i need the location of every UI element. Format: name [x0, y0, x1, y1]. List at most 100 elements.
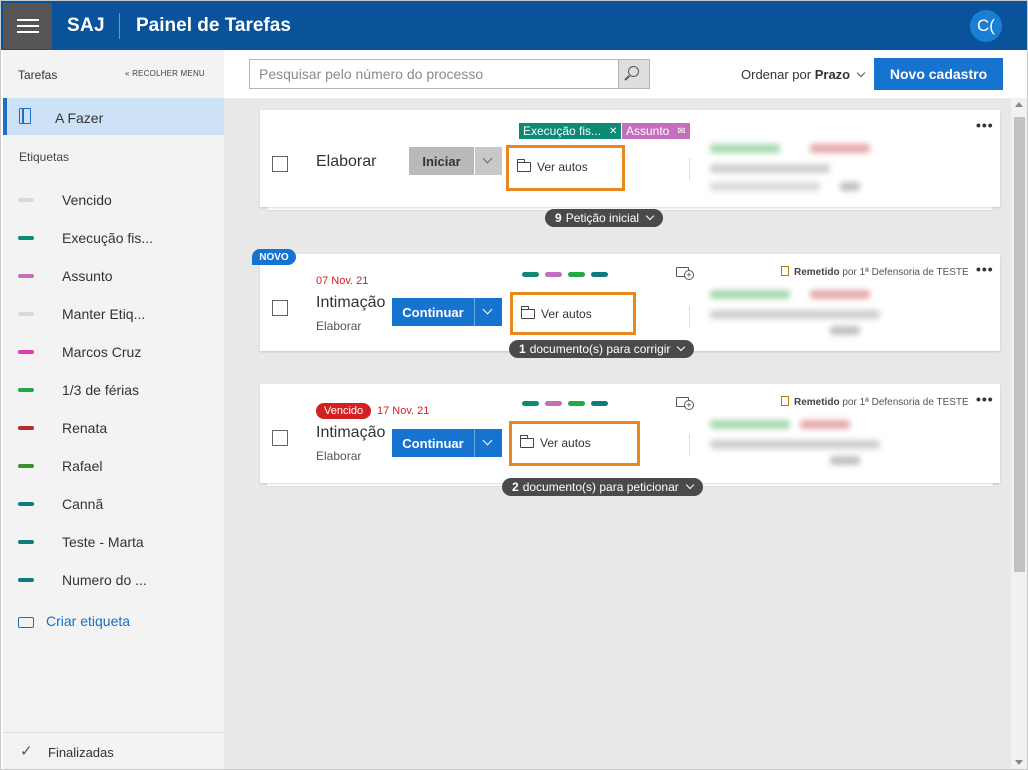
- sort-dropdown[interactable]: Ordenar por Prazo: [741, 67, 865, 82]
- task-date: 07 Nov. 21: [316, 275, 369, 287]
- documents-toggle[interactable]: 1 documento(s) para corrigir: [509, 340, 695, 358]
- divider: [689, 434, 690, 456]
- sent-label: Remetido: [794, 267, 840, 278]
- document-icon: [781, 266, 789, 276]
- continue-menu-button[interactable]: [474, 429, 502, 457]
- app-window: SAJ Painel de Tarefas C( Tarefas « RECOL…: [0, 0, 1028, 770]
- tag-color-bar: [18, 540, 34, 544]
- menu-icon[interactable]: [3, 3, 52, 49]
- add-tag-icon[interactable]: [676, 397, 694, 410]
- documents-toggle[interactable]: 9 Petição inicial: [545, 209, 664, 227]
- sent-status: Remetido por 1ª Defensoria de TESTE: [781, 396, 969, 408]
- sidebar-tag-numero[interactable]: Numero do ...: [18, 570, 218, 590]
- new-record-button[interactable]: Novo cadastro: [874, 58, 1003, 90]
- tag-color-bar: [18, 236, 34, 240]
- documents-toggle[interactable]: 2 documento(s) para peticionar: [502, 478, 703, 496]
- sidebar-tag-teste-marta[interactable]: Teste - Marta: [18, 532, 218, 552]
- task-checkbox[interactable]: [272, 300, 288, 316]
- scroll-down-icon[interactable]: [1015, 760, 1023, 765]
- more-options-icon[interactable]: •••: [976, 391, 994, 407]
- tag-color-bar: [18, 350, 34, 354]
- continue-button[interactable]: Continuar: [392, 429, 474, 457]
- tag-edit-icon[interactable]: ✉: [677, 126, 685, 137]
- continue-menu-button[interactable]: [474, 298, 502, 326]
- toolbar: Ordenar por Prazo Novo cadastro: [224, 50, 1027, 98]
- main-content: Ordenar por Prazo Novo cadastro Elaborar…: [224, 50, 1027, 769]
- start-menu-button[interactable]: [474, 147, 502, 175]
- bookmark-icon: [19, 107, 31, 124]
- create-tag-link[interactable]: Criar etiqueta: [18, 613, 130, 629]
- task-title: Intimação: [316, 294, 386, 311]
- divider: [689, 306, 690, 328]
- top-bar: SAJ Painel de Tarefas C(: [1, 1, 1027, 50]
- more-options-icon[interactable]: •••: [976, 261, 994, 277]
- checkmark-icon: ✓: [20, 743, 33, 760]
- search-input[interactable]: [250, 60, 618, 88]
- search-button[interactable]: [619, 59, 650, 89]
- collapse-menu-button[interactable]: « RECOLHER MENU: [125, 69, 205, 78]
- close-icon[interactable]: ✕: [609, 126, 617, 137]
- task-tag-colors: [522, 272, 612, 277]
- sidebar-item-a-fazer[interactable]: A Fazer: [3, 98, 224, 135]
- vertical-scrollbar[interactable]: [1011, 98, 1027, 769]
- folder-icon: [519, 435, 534, 448]
- tag-color-bar: [18, 464, 34, 468]
- brand-logo: SAJ: [67, 15, 105, 36]
- tag-color-bar: [18, 388, 34, 392]
- start-button[interactable]: Iniciar: [409, 147, 474, 175]
- view-autos-label: Ver autos: [537, 160, 588, 174]
- sidebar-heading: Tarefas: [18, 68, 58, 82]
- view-autos-label: Ver autos: [540, 436, 591, 450]
- sidebar-tag-renata[interactable]: Renata: [18, 418, 218, 438]
- search-icon: [628, 66, 639, 77]
- header-divider: [119, 13, 120, 39]
- divider: [689, 158, 690, 180]
- sidebar-tag-vencido[interactable]: Vencido: [18, 190, 218, 210]
- add-tag-icon[interactable]: [676, 267, 694, 280]
- page-title: Painel de Tarefas: [136, 15, 291, 36]
- sidebar-tag-execucao[interactable]: Execução fis...: [18, 228, 218, 248]
- more-options-icon[interactable]: •••: [976, 117, 994, 133]
- view-autos-button[interactable]: Ver autos: [510, 292, 636, 335]
- task-tag-colors: [522, 401, 612, 406]
- tag-chip-execucao[interactable]: Execução fis... ✕: [519, 123, 622, 139]
- continue-button[interactable]: Continuar: [392, 298, 474, 326]
- tag-label: Rafael: [62, 458, 103, 474]
- documents-count: 2: [512, 480, 519, 494]
- tag-color-bar: [18, 502, 34, 506]
- task-checkbox[interactable]: [272, 156, 288, 172]
- finished-label: Finalizadas: [48, 745, 114, 760]
- task-card[interactable]: Vencido 17 Nov. 21 Intimação Elaborar Co…: [260, 384, 1000, 483]
- scrollbar-thumb[interactable]: [1014, 117, 1025, 572]
- task-subtitle: Elaborar: [316, 319, 362, 333]
- sidebar-tag-marcos[interactable]: Marcos Cruz: [18, 342, 218, 362]
- tag-label: Assunto: [62, 268, 113, 284]
- sidebar-tag-canna[interactable]: Cannã: [18, 494, 218, 514]
- sort-label: Ordenar por: [741, 67, 812, 82]
- task-title: Intimação: [316, 424, 386, 441]
- blurred-process-info: [710, 140, 900, 200]
- tag-chip-assunto[interactable]: Assunto ✉: [622, 123, 690, 139]
- sidebar-tag-rafael[interactable]: Rafael: [18, 456, 218, 476]
- task-subtitle: Elaborar: [316, 449, 362, 463]
- tag-chip-label: Assunto: [626, 124, 670, 138]
- task-card[interactable]: Elaborar Iniciar Execução fis... ✕ Assunt…: [260, 110, 1000, 207]
- tag-label: Execução fis...: [62, 230, 154, 246]
- tag-color-bar: [18, 274, 34, 278]
- task-checkbox[interactable]: [272, 430, 288, 446]
- sidebar-tag-manter[interactable]: Manter Etiq...: [18, 304, 218, 324]
- scroll-up-icon[interactable]: [1015, 102, 1023, 107]
- finished-item[interactable]: ✓ Finalizadas: [3, 732, 224, 769]
- view-autos-button[interactable]: Ver autos: [506, 145, 625, 191]
- tag-color-bar: [18, 578, 34, 582]
- avatar[interactable]: C(: [970, 10, 1002, 42]
- view-autos-label: Ver autos: [541, 307, 592, 321]
- sidebar-tag-assunto[interactable]: Assunto: [18, 266, 218, 286]
- tag-color-bar: [18, 198, 34, 202]
- view-autos-button[interactable]: Ver autos: [509, 421, 640, 466]
- task-title: Elaborar: [316, 153, 377, 170]
- documents-count: 9: [555, 211, 562, 225]
- documents-label: Petição inicial: [565, 211, 640, 225]
- sidebar-tag-ferias[interactable]: 1/3 de férias: [18, 380, 218, 400]
- task-card[interactable]: 07 Nov. 21 Intimação Elaborar Continuar …: [260, 254, 1000, 351]
